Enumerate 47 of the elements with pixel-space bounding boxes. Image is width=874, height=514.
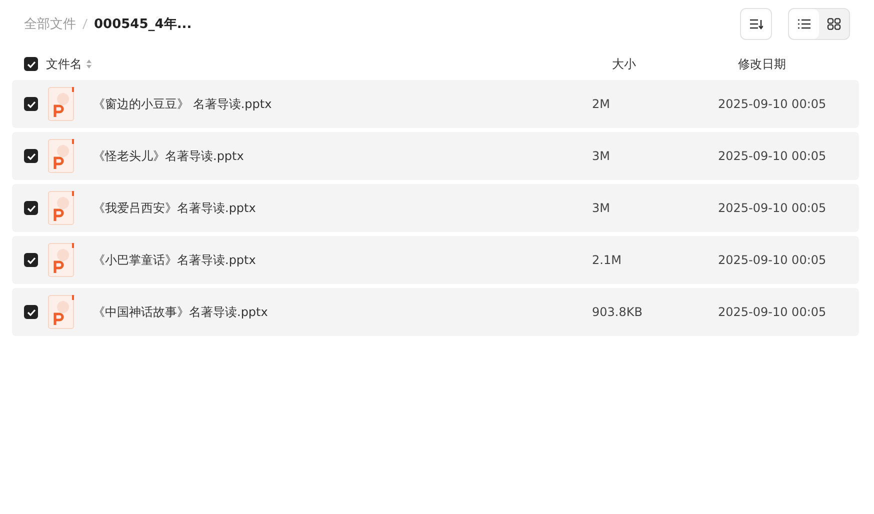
sort-icon	[749, 18, 763, 30]
presentation-file-icon	[48, 191, 76, 225]
file-row[interactable]: 《中国神话故事》名著导读.pptx 903.8KB 2025-09-10 00:05	[12, 288, 859, 336]
row-checkbox[interactable]	[24, 149, 38, 163]
select-all-checkbox[interactable]	[24, 57, 38, 71]
presentation-file-icon	[48, 87, 76, 121]
grid-icon	[827, 18, 841, 30]
checkmark-icon	[26, 204, 36, 212]
checkmark-icon	[26, 152, 36, 160]
file-size: 3M	[592, 201, 611, 215]
row-checkbox[interactable]	[24, 97, 38, 111]
modified-date: 2025-09-10 00:05	[718, 97, 826, 111]
file-row[interactable]: 《小巴掌童话》名著导读.pptx 2.1M 2025-09-10 00:05	[12, 236, 859, 284]
file-size: 903.8KB	[592, 305, 644, 319]
file-size: 2.1M	[592, 253, 622, 267]
column-header: 大小	[612, 56, 637, 72]
checkmark-icon	[26, 60, 36, 68]
file-row[interactable]: 《窗边的小豆豆》 名著导读.pptx 2M 2025-09-10 00:05	[12, 80, 859, 128]
file-name[interactable]: 《窗边的小豆豆》 名著导读.pptx	[93, 96, 592, 112]
file-size: 3M	[592, 149, 611, 163]
presentation-file-icon	[48, 295, 76, 329]
modified-date: 2025-09-10 00:05	[718, 201, 826, 215]
column-header: 修改日期	[738, 56, 786, 72]
file-name[interactable]: 《怪老头儿》名著导读.pptx	[93, 148, 592, 164]
file-row[interactable]: 《怪老头儿》名著导读.pptx 3M 2025-09-10 00:05	[12, 132, 859, 180]
checkmark-icon	[26, 308, 36, 316]
file-name[interactable]: 《小巴掌童话》名著导读.pptx	[93, 252, 592, 268]
column-header[interactable]: 文件名	[46, 56, 82, 72]
row-checkbox[interactable]	[24, 201, 38, 215]
presentation-file-icon	[48, 139, 76, 173]
file-size: 2M	[592, 97, 611, 111]
presentation-file-icon	[48, 243, 76, 277]
file-row[interactable]: 《我爱吕西安》名著导读.pptx 3M 2025-09-10 00:05	[12, 184, 859, 232]
list-view-button[interactable]	[789, 9, 819, 39]
row-checkbox[interactable]	[24, 253, 38, 267]
file-name[interactable]: 《中国神话故事》名著导读.pptx	[93, 304, 592, 320]
sort-button[interactable]	[740, 8, 772, 40]
breadcrumb-item: 000545_4年...	[94, 16, 192, 33]
modified-date: 2025-09-10 00:05	[718, 149, 826, 163]
slash-icon	[82, 18, 88, 30]
list-icon	[797, 18, 811, 30]
row-checkbox[interactable]	[24, 305, 38, 319]
file-name[interactable]: 《我爱吕西安》名著导读.pptx	[93, 200, 592, 216]
modified-date: 2025-09-10 00:05	[718, 305, 826, 319]
checkmark-icon	[26, 100, 36, 108]
checkmark-icon	[26, 256, 36, 264]
modified-date: 2025-09-10 00:05	[718, 253, 826, 267]
